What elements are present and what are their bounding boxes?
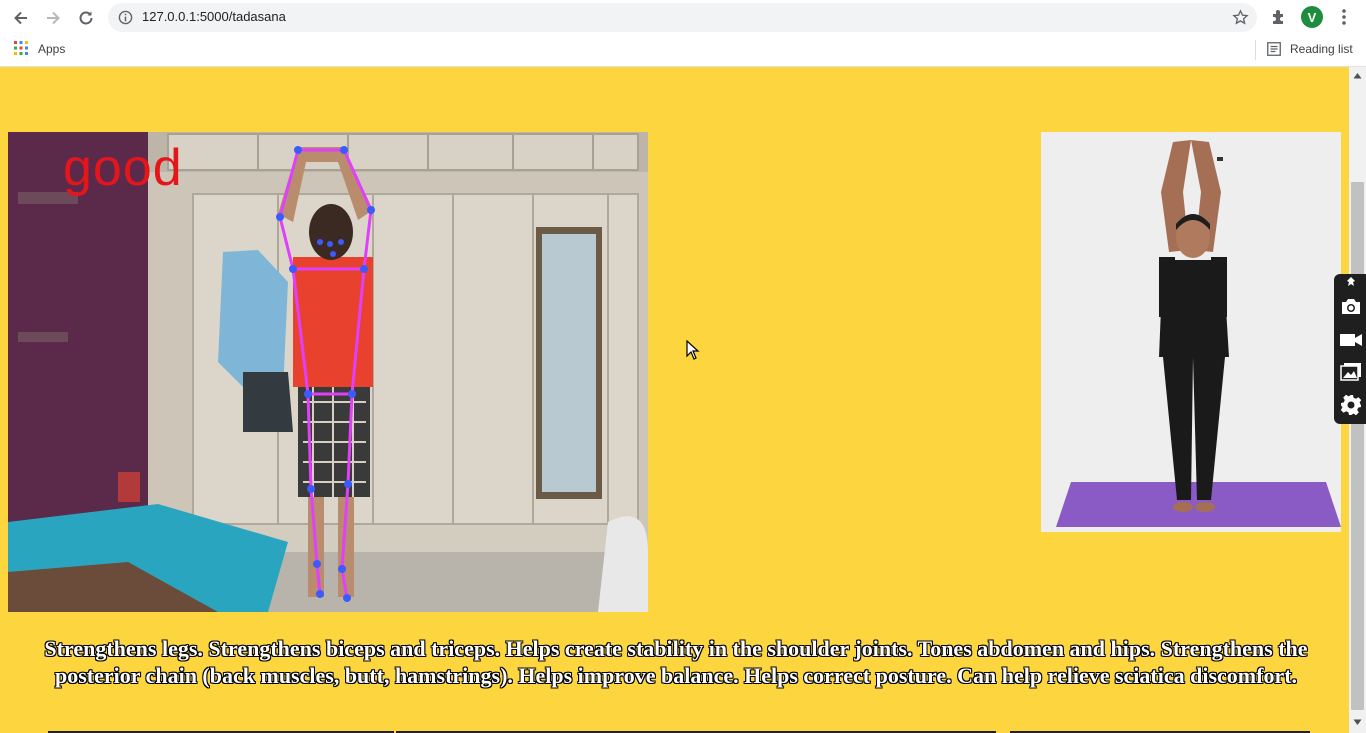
profile-avatar[interactable]: V xyxy=(1301,6,1323,28)
star-icon[interactable] xyxy=(1232,9,1249,26)
forward-button[interactable] xyxy=(41,6,65,30)
reload-button[interactable] xyxy=(74,6,98,30)
reference-pose-illustration xyxy=(1041,132,1341,532)
address-bar[interactable]: 127.0.0.1:5000/tadasana xyxy=(108,3,1257,32)
pin-icon xyxy=(1347,277,1355,286)
reading-list-icon[interactable] xyxy=(1267,42,1281,56)
scroll-down-arrow-icon[interactable] xyxy=(1353,719,1362,726)
bookmarks-bar: Apps Reading list xyxy=(0,35,1366,67)
camera-icon xyxy=(1342,299,1360,314)
camera-feed: good xyxy=(8,132,648,612)
back-button[interactable] xyxy=(9,6,33,30)
page-content: good Strengthens legs. Strengthens bicep… xyxy=(0,67,1349,733)
screenshot-button[interactable] xyxy=(1338,294,1364,318)
browser-toolbar: 127.0.0.1:5000/tadasana V xyxy=(0,0,1366,35)
capture-toolbar xyxy=(1334,274,1366,424)
gallery-button[interactable] xyxy=(1338,360,1364,384)
arrow-left-icon xyxy=(14,11,27,25)
kebab-menu-icon[interactable] xyxy=(1336,8,1352,26)
arrow-right-icon xyxy=(47,11,60,25)
apps-link[interactable]: Apps xyxy=(38,42,65,56)
reading-list-link[interactable]: Reading list xyxy=(1290,42,1353,56)
mouse-cursor-icon xyxy=(686,340,700,360)
gallery-icon xyxy=(1340,363,1361,381)
record-video-button[interactable] xyxy=(1338,328,1364,352)
info-icon[interactable] xyxy=(118,10,133,25)
camera-scene xyxy=(8,132,648,612)
settings-button[interactable] xyxy=(1338,393,1364,417)
reload-icon xyxy=(79,11,93,25)
url-text[interactable]: 127.0.0.1:5000/tadasana xyxy=(142,9,286,24)
divider xyxy=(1255,40,1256,60)
video-icon xyxy=(1340,334,1362,346)
gear-icon xyxy=(1340,394,1362,416)
pose-status-label: good xyxy=(63,139,183,197)
scroll-up-arrow-icon[interactable] xyxy=(1353,72,1362,79)
apps-grid-icon[interactable] xyxy=(14,41,28,55)
pose-benefits-text: Strengthens legs. Strengthens biceps and… xyxy=(44,636,1308,688)
scrollbar-thumb[interactable] xyxy=(1351,182,1364,710)
puzzle-icon[interactable] xyxy=(1270,8,1288,26)
reference-pose-image xyxy=(1041,132,1341,532)
pin-button[interactable] xyxy=(1338,274,1364,290)
